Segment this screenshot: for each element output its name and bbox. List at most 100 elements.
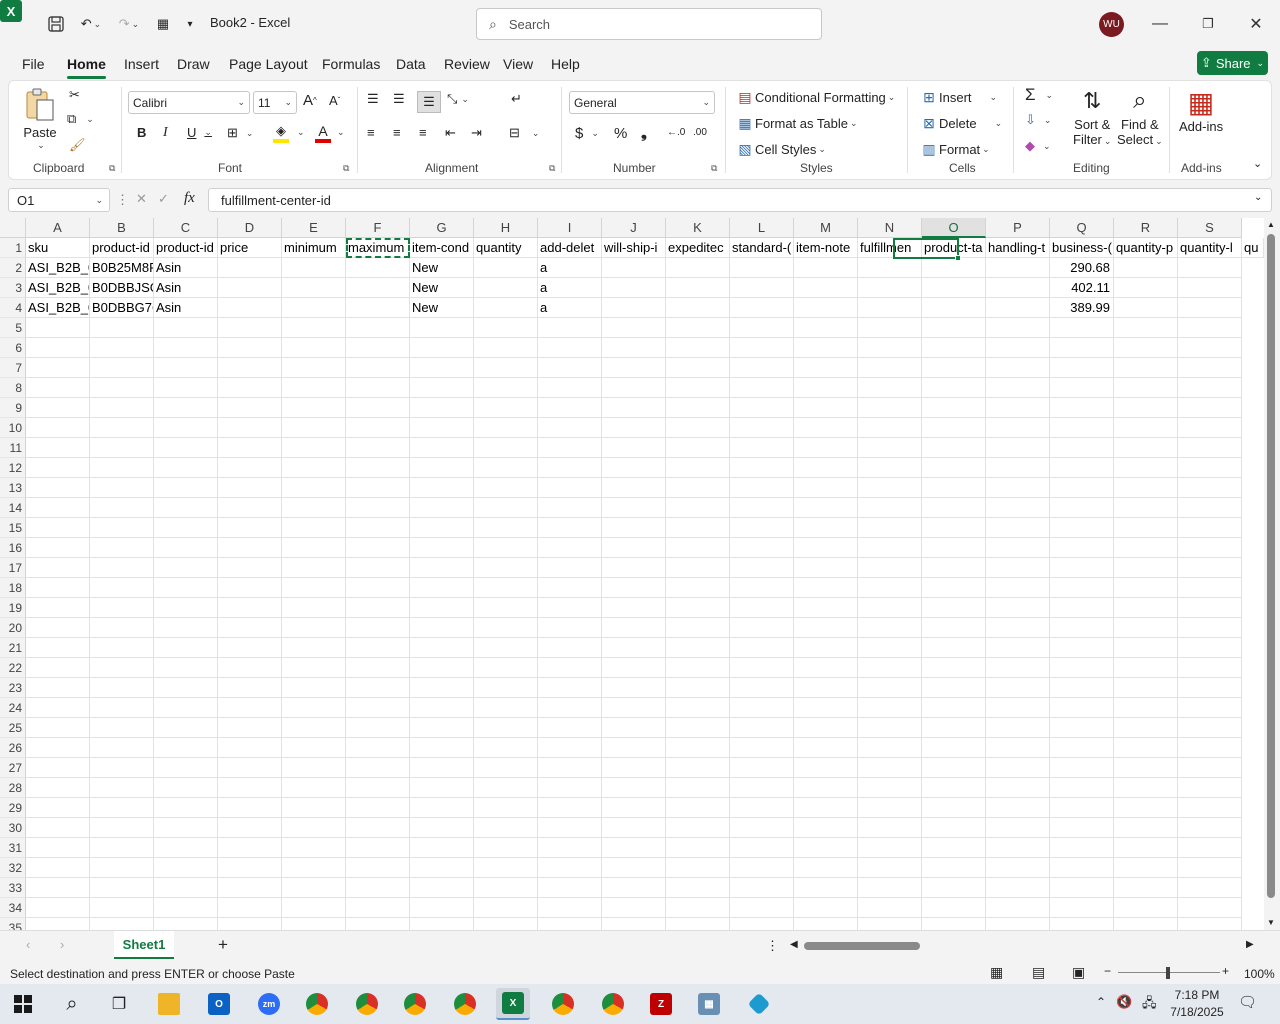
cell[interactable]: [410, 658, 474, 678]
cell[interactable]: [1050, 638, 1114, 658]
cell[interactable]: [1178, 578, 1242, 598]
cell[interactable]: [666, 718, 730, 738]
fill-icon[interactable]: ⇩ ⌄: [1025, 112, 1051, 128]
cell[interactable]: [602, 778, 666, 798]
cell[interactable]: [858, 538, 922, 558]
cell[interactable]: [410, 378, 474, 398]
cell[interactable]: [858, 618, 922, 638]
cell[interactable]: [154, 418, 218, 438]
cell[interactable]: [346, 598, 410, 618]
cell[interactable]: [1178, 498, 1242, 518]
cell[interactable]: [730, 898, 794, 918]
find-select-button[interactable]: ⌕ Find & Select ⌄: [1117, 85, 1163, 147]
cell[interactable]: [922, 358, 986, 378]
cell[interactable]: [410, 798, 474, 818]
cell[interactable]: [474, 478, 538, 498]
cell[interactable]: [986, 398, 1050, 418]
cell[interactable]: [154, 458, 218, 478]
fill-handle[interactable]: [955, 255, 961, 261]
cell[interactable]: [218, 698, 282, 718]
cell[interactable]: [666, 418, 730, 438]
cell[interactable]: [602, 878, 666, 898]
cell[interactable]: [282, 258, 346, 278]
cell[interactable]: [1114, 378, 1178, 398]
cell[interactable]: [794, 638, 858, 658]
cell[interactable]: [282, 278, 346, 298]
column-header-d[interactable]: D: [218, 218, 282, 238]
cell[interactable]: [730, 758, 794, 778]
header-cell-p[interactable]: handling-t: [986, 238, 1050, 258]
cell[interactable]: [666, 398, 730, 418]
cell[interactable]: [26, 798, 90, 818]
cell[interactable]: [538, 538, 602, 558]
number-format-select[interactable]: General ⌄: [569, 91, 715, 114]
cell[interactable]: [986, 378, 1050, 398]
cell[interactable]: [538, 778, 602, 798]
borders-icon[interactable]: ⊞ ⌄: [227, 125, 253, 141]
cell[interactable]: [602, 418, 666, 438]
cell[interactable]: [730, 318, 794, 338]
cell[interactable]: [602, 478, 666, 498]
cell[interactable]: [794, 398, 858, 418]
clear-icon[interactable]: ◆ ⌄: [1025, 138, 1051, 154]
cell[interactable]: [986, 438, 1050, 458]
share-button[interactable]: ⇪ Share ⌄: [1197, 51, 1268, 75]
cell[interactable]: [410, 338, 474, 358]
cell[interactable]: [26, 858, 90, 878]
header-cell-t[interactable]: qu: [1242, 238, 1264, 258]
cell[interactable]: [1114, 718, 1178, 738]
cell-item-condition[interactable]: New: [410, 258, 474, 278]
clipboard-launcher-icon[interactable]: ⧉: [109, 163, 115, 174]
start-icon[interactable]: [6, 988, 40, 1020]
row-header-14[interactable]: 14: [0, 498, 26, 518]
row-header-7[interactable]: 7: [0, 358, 26, 378]
header-cell-d[interactable]: price: [218, 238, 282, 258]
cell[interactable]: [474, 538, 538, 558]
cell[interactable]: [1178, 818, 1242, 838]
cell[interactable]: [602, 318, 666, 338]
cell[interactable]: [922, 338, 986, 358]
cell-add-delete[interactable]: a: [538, 298, 602, 318]
row-header-1[interactable]: 1: [0, 238, 26, 258]
cell[interactable]: [666, 438, 730, 458]
cell[interactable]: [922, 878, 986, 898]
cell[interactable]: [858, 738, 922, 758]
cell[interactable]: [858, 718, 922, 738]
cell[interactable]: [154, 558, 218, 578]
column-header-k[interactable]: K: [666, 218, 730, 238]
cell[interactable]: [218, 578, 282, 598]
row-header-3[interactable]: 3: [0, 278, 26, 298]
cell[interactable]: [154, 798, 218, 818]
row-header-9[interactable]: 9: [0, 398, 26, 418]
chrome-profile-4-icon[interactable]: [448, 988, 482, 1020]
cell[interactable]: [282, 418, 346, 438]
row-header-20[interactable]: 20: [0, 618, 26, 638]
cell[interactable]: [282, 818, 346, 838]
column-header-p[interactable]: P: [986, 218, 1050, 238]
cell[interactable]: [346, 638, 410, 658]
cell[interactable]: [794, 898, 858, 918]
cell[interactable]: [474, 758, 538, 778]
cell[interactable]: [922, 258, 986, 278]
cell[interactable]: [154, 438, 218, 458]
cell[interactable]: [346, 378, 410, 398]
cell[interactable]: [154, 698, 218, 718]
cell[interactable]: [1114, 278, 1178, 298]
cell[interactable]: [346, 718, 410, 738]
cell[interactable]: [794, 658, 858, 678]
header-cell-l[interactable]: standard-(: [730, 238, 794, 258]
cell[interactable]: [26, 638, 90, 658]
row-header-31[interactable]: 31: [0, 838, 26, 858]
row-header-6[interactable]: 6: [0, 338, 26, 358]
cell[interactable]: [794, 798, 858, 818]
cell[interactable]: [282, 298, 346, 318]
cell[interactable]: [1050, 498, 1114, 518]
cell[interactable]: [282, 618, 346, 638]
cell[interactable]: [1114, 318, 1178, 338]
fill-color-dropdown[interactable]: ⌄: [295, 127, 305, 138]
zoom-out-icon[interactable]: −: [1104, 964, 1111, 978]
cell[interactable]: [26, 598, 90, 618]
cell[interactable]: [922, 778, 986, 798]
cell[interactable]: [26, 578, 90, 598]
horizontal-scroll-thumb[interactable]: [804, 942, 920, 950]
